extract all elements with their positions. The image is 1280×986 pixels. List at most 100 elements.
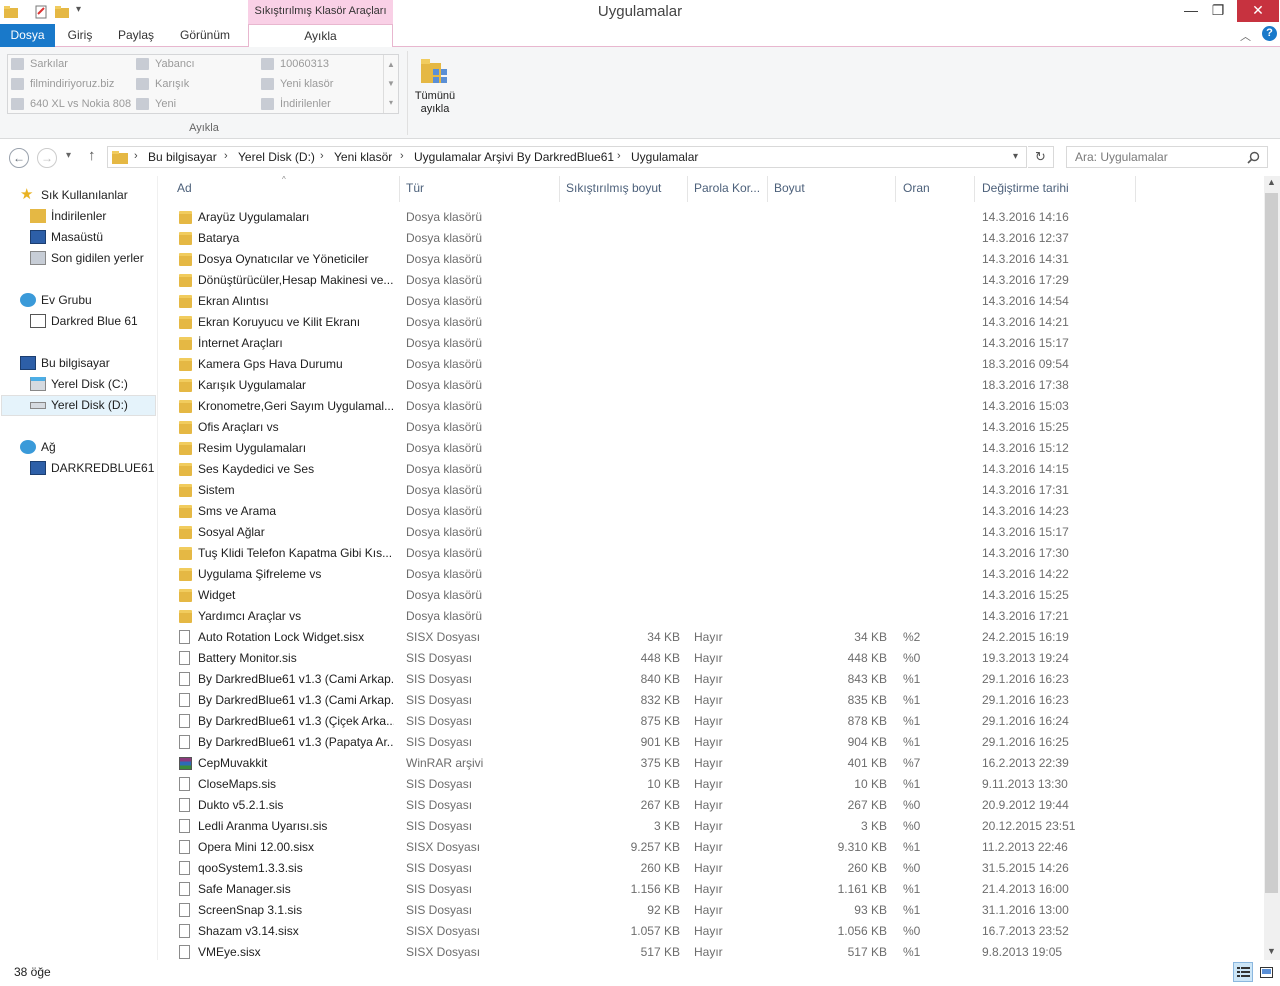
file-row[interactable]: Tuş Klidi Telefon Kapatma Gibi Kıs... Dos… xyxy=(158,543,1264,564)
scroll-down-icon[interactable]: ▼ xyxy=(1267,946,1276,956)
file-row[interactable]: Batarya Dosya klasörü 14.3.2016 12:37 xyxy=(158,228,1264,249)
column-divider[interactable] xyxy=(1135,176,1136,202)
forward-button[interactable]: → xyxy=(37,148,57,168)
tab-extract[interactable]: Ayıkla xyxy=(248,24,393,48)
search-input[interactable]: Ara: Uygulamalar xyxy=(1075,150,1168,164)
file-modified-date: 11.2.2013 22:46 xyxy=(982,840,1068,854)
file-row[interactable]: İnternet Araçları Dosya klasörü 14.3.2016 … xyxy=(158,333,1264,354)
gallery-scroll[interactable]: ▲ ▼ ▾ xyxy=(383,55,398,113)
tab-view[interactable]: Görünüm xyxy=(170,24,240,47)
file-row[interactable]: Opera Mini 12.00.sisx SISX Dosyası 9.257 K… xyxy=(158,837,1264,858)
back-button[interactable]: ← xyxy=(9,148,29,168)
column-header-ratio[interactable]: Oran xyxy=(903,181,930,195)
chevron-right-icon[interactable]: › xyxy=(617,150,621,162)
gallery-item[interactable]: Karışık xyxy=(133,75,189,93)
tab-home[interactable]: Giriş xyxy=(58,24,102,47)
file-row[interactable]: CepMuvakkit WinRAR arşivi 375 KB Hayır 401 K… xyxy=(158,753,1264,774)
breadcrumb-archive[interactable]: Uygulamalar Arşivi By DarkredBlue61 xyxy=(414,150,614,164)
column-header-password[interactable]: Parola Kor... xyxy=(694,181,760,195)
file-modified-date: 21.4.2013 16:00 xyxy=(982,882,1069,896)
gallery-item[interactable]: Yeni klasör xyxy=(258,75,333,93)
gallery-item[interactable]: filmindiriyoruz.biz xyxy=(8,75,114,93)
file-row[interactable]: By DarkredBlue61 v1.3 (Papatya Ar... SIS … xyxy=(158,732,1264,753)
column-header-name[interactable]: Ad xyxy=(177,181,192,195)
file-row[interactable]: qooSystem1.3.3.sis SIS Dosyası 260 KB Hayır… xyxy=(158,858,1264,879)
file-row[interactable]: Kronometre,Geri Sayım Uygulamal... Dosya … xyxy=(158,396,1264,417)
tab-file[interactable]: Dosya xyxy=(0,24,55,47)
gallery-item[interactable]: 640 XL vs Nokia 808 xyxy=(8,95,131,113)
file-row[interactable]: Sms ve Arama Dosya klasörü 14.3.2016 14:23 xyxy=(158,501,1264,522)
file-row[interactable]: Battery Monitor.sis SIS Dosyası 448 KB Hayı… xyxy=(158,648,1264,669)
search-box[interactable]: Ara: Uygulamalar xyxy=(1066,146,1268,168)
file-row[interactable]: Ofis Araçları vs Dosya klasörü 14.3.2016 1… xyxy=(158,417,1264,438)
column-header-size[interactable]: Boyut xyxy=(774,181,805,195)
chevron-right-icon[interactable]: › xyxy=(320,150,324,162)
gallery-item[interactable]: İndirilenler xyxy=(258,95,331,113)
column-divider[interactable] xyxy=(895,176,896,202)
file-modified-date: 14.3.2016 15:17 xyxy=(982,336,1069,350)
refresh-button[interactable]: ↻ xyxy=(1028,146,1054,168)
gallery-item[interactable]: Yabancı xyxy=(133,55,195,73)
file-row[interactable]: Arayüz Uygulamaları Dosya klasörü 14.3.201… xyxy=(158,207,1264,228)
file-row[interactable]: Auto Rotation Lock Widget.sisx SISX Dosya… xyxy=(158,627,1264,648)
up-arrow-icon[interactable]: ↑ xyxy=(88,147,96,164)
recent-locations-icon[interactable]: ▾ xyxy=(66,150,71,161)
breadcrumb-this-pc[interactable]: Bu bilgisayar xyxy=(148,150,217,164)
file-row[interactable]: Dönüştürücüler,Hesap Makinesi ve... Dosya… xyxy=(158,270,1264,291)
address-bar[interactable]: › Bu bilgisayar › Yerel Disk (D:) › Yeni… xyxy=(107,146,1027,168)
minimize-button[interactable]: — xyxy=(1176,0,1206,22)
file-row[interactable]: Ekran Alıntısı Dosya klasörü 14.3.2016 14:… xyxy=(158,291,1264,312)
file-row[interactable]: Ekran Koruyucu ve Kilit Ekranı Dosya klas… xyxy=(158,312,1264,333)
scroll-up-icon[interactable]: ▲ xyxy=(1267,177,1276,187)
scroll-thumb[interactable] xyxy=(1265,193,1278,893)
maximize-button[interactable]: ❐ xyxy=(1203,0,1233,22)
column-header-date[interactable]: Değiştirme tarihi xyxy=(982,181,1069,195)
large-icons-view-button[interactable] xyxy=(1256,962,1276,982)
file-row[interactable]: Uygulama Şifreleme vs Dosya klasörü 14.3.2… xyxy=(158,564,1264,585)
column-header-type[interactable]: Tür xyxy=(406,181,424,195)
details-view-button[interactable] xyxy=(1233,962,1253,982)
gallery-item[interactable]: Yeni xyxy=(133,95,176,113)
file-row[interactable]: Dukto v5.2.1.sis SIS Dosyası 267 KB Hayır 26… xyxy=(158,795,1264,816)
file-type: SISX Dosyası xyxy=(406,924,481,938)
file-row[interactable]: Kamera Gps Hava Durumu Dosya klasörü 18.3.… xyxy=(158,354,1264,375)
breadcrumb-current[interactable]: Uygulamalar xyxy=(631,150,698,164)
chevron-right-icon[interactable]: › xyxy=(400,150,404,162)
file-row[interactable]: By DarkredBlue61 v1.3 (Cami Arkap... SIS … xyxy=(158,669,1264,690)
file-row[interactable]: ScreenSnap 3.1.sis SIS Dosyası 92 KB Hayır 9… xyxy=(158,900,1264,921)
column-divider[interactable] xyxy=(767,176,768,202)
file-row[interactable]: Widget Dosya klasörü 14.3.2016 15:25 xyxy=(158,585,1264,606)
tab-share[interactable]: Paylaş xyxy=(110,24,162,47)
column-divider[interactable] xyxy=(974,176,975,202)
file-row[interactable]: Resim Uygulamaları Dosya klasörü 14.3.2016… xyxy=(158,438,1264,459)
column-divider[interactable] xyxy=(559,176,560,202)
file-row[interactable]: CloseMaps.sis SIS Dosyası 10 KB Hayır 10 KB%… xyxy=(158,774,1264,795)
column-divider[interactable] xyxy=(399,176,400,202)
file-row[interactable]: Sistem Dosya klasörü 14.3.2016 17:31 xyxy=(158,480,1264,501)
breadcrumb-new-folder[interactable]: Yeni klasör xyxy=(334,150,392,164)
file-row[interactable]: Shazam v3.14.sisx SISX Dosyası 1.057 KB Hay… xyxy=(158,921,1264,942)
file-row[interactable]: Sosyal Ağlar Dosya klasörü 14.3.2016 15:17 xyxy=(158,522,1264,543)
chevron-right-icon[interactable]: › xyxy=(224,150,228,162)
file-row[interactable]: Ledli Aranma Uyarısı.sis SIS Dosyası 3 KB H… xyxy=(158,816,1264,837)
address-dropdown-icon[interactable]: ▾ xyxy=(1013,151,1018,162)
file-icon xyxy=(179,651,190,665)
file-row[interactable]: Ses Kaydedici ve Ses Dosya klasörü 14.3.20… xyxy=(158,459,1264,480)
close-button[interactable]: ✕ xyxy=(1237,0,1279,22)
chevron-right-icon[interactable]: › xyxy=(134,150,138,162)
help-icon[interactable]: ? xyxy=(1262,26,1277,41)
file-row[interactable]: Yardımcı Araçlar vs Dosya klasörü 14.3.201… xyxy=(158,606,1264,627)
file-row[interactable]: Safe Manager.sis SIS Dosyası 1.156 KB Hayır… xyxy=(158,879,1264,900)
gallery-item[interactable]: 10060313 xyxy=(258,55,329,73)
ribbon-collapse-icon[interactable]: ︿ xyxy=(1240,28,1251,44)
file-row[interactable]: By DarkredBlue61 v1.3 (Cami Arkap... SIS … xyxy=(158,690,1264,711)
extract-all-button[interactable]: Tümünü ayıkla xyxy=(412,53,458,119)
file-row[interactable]: Dosya Oynatıcılar ve Yöneticiler Dosya kl… xyxy=(158,249,1264,270)
file-row[interactable]: By DarkredBlue61 v1.3 (Çiçek Arka... SIS … xyxy=(158,711,1264,732)
column-header-compressed-size[interactable]: Sıkıştırılmış boyut xyxy=(566,181,661,195)
breadcrumb-disk-d[interactable]: Yerel Disk (D:) xyxy=(238,150,315,164)
column-divider[interactable] xyxy=(687,176,688,202)
file-row[interactable]: Karışık Uygulamalar Dosya klasörü 18.3.201… xyxy=(158,375,1264,396)
gallery-item[interactable]: Sarkılar xyxy=(8,55,68,73)
search-icon[interactable] xyxy=(1247,151,1260,164)
